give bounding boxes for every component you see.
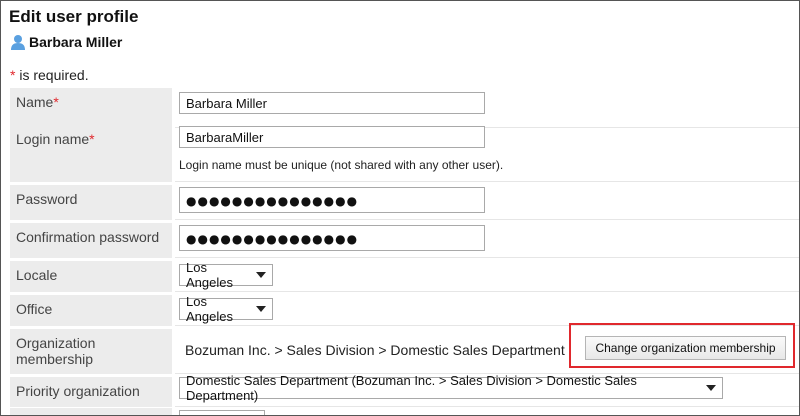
row-office: Office Los Angeles xyxy=(10,294,799,326)
chevron-down-icon xyxy=(256,272,266,278)
organization-membership-label: Organization membership xyxy=(10,329,172,374)
organization-path: Bozuman Inc. > Sales Division > Domestic… xyxy=(185,342,565,358)
confirm-password-label: Confirmation password xyxy=(10,223,172,258)
name-input[interactable]: Barbara Miller xyxy=(179,92,485,114)
user-header: Barbara Miller xyxy=(10,33,122,51)
login-name-input[interactable]: BarbaraMiller xyxy=(179,126,485,148)
priority-organization-select[interactable]: Domestic Sales Department (Bozuman Inc. … xyxy=(179,373,723,403)
page-title: Edit user profile xyxy=(9,7,139,26)
locale-selected: Los Angeles xyxy=(186,260,233,290)
row-priority-organization: Priority organization Domestic Sales Dep… xyxy=(10,373,799,407)
password-value-cell: ●●●●●●●●●●●●●●● xyxy=(175,185,799,220)
user-name: Barbara Miller xyxy=(29,34,123,50)
password-input[interactable]: ●●●●●●●●●●●●●●● xyxy=(179,187,485,213)
chevron-down-icon xyxy=(256,306,266,312)
office-label: Office xyxy=(10,295,172,326)
change-organization-membership-button[interactable]: Change organization membership xyxy=(585,336,786,360)
display-order-value-cell xyxy=(175,408,799,415)
priority-organization-selected: Domestic Sales Department (Bozuman Inc. … xyxy=(186,373,637,403)
row-password: Password ●●●●●●●●●●●●●●● xyxy=(10,185,799,220)
login-name-hint: Login name must be unique (not shared wi… xyxy=(179,158,504,172)
priority-organization-label: Priority organization xyxy=(10,377,172,407)
login-name-label: Login name* xyxy=(10,125,172,182)
priority-organization-value-cell: Domestic Sales Department (Bozuman Inc. … xyxy=(175,373,799,407)
row-confirm-password: Confirmation password ●●●●●●●●●●●●●●● xyxy=(10,223,799,258)
screenshot-frame: Edit user profile Barbara Miller * is re… xyxy=(0,0,800,416)
locale-select[interactable]: Los Angeles xyxy=(179,260,273,290)
row-locale: Locale Los Angeles xyxy=(10,260,799,292)
required-mark: * xyxy=(89,131,95,147)
login-name-label-text: Login name xyxy=(16,131,90,147)
display-order-select[interactable] xyxy=(179,410,265,415)
locale-value-cell: Los Angeles xyxy=(175,260,799,292)
required-mark: * xyxy=(53,94,59,110)
locale-label: Locale xyxy=(10,261,172,292)
row-login-name: Login name* BarbaraMiller Login name mus… xyxy=(10,122,799,182)
confirm-password-value-cell: ●●●●●●●●●●●●●●● xyxy=(175,223,799,258)
required-text: is required. xyxy=(15,67,89,83)
office-value-cell: Los Angeles xyxy=(175,294,799,326)
confirm-password-input[interactable]: ●●●●●●●●●●●●●●● xyxy=(179,225,485,251)
office-select[interactable]: Los Angeles xyxy=(179,294,273,324)
office-selected: Los Angeles xyxy=(186,294,233,324)
user-icon xyxy=(11,34,25,50)
row-display-order: Display order xyxy=(10,408,799,415)
login-name-value-cell: BarbaraMiller Login name must be unique … xyxy=(175,122,799,182)
chevron-down-icon xyxy=(706,385,716,391)
required-note: * is required. xyxy=(10,67,89,83)
name-label-text: Name xyxy=(16,94,54,110)
password-label: Password xyxy=(10,185,172,220)
display-order-label: Display order xyxy=(10,408,172,415)
